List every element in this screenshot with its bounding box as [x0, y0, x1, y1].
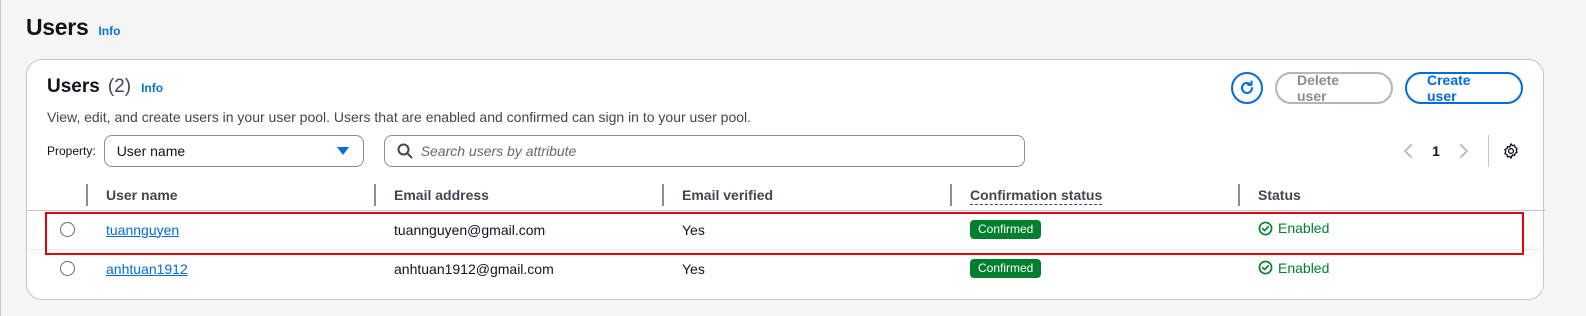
prev-page-button[interactable] — [1396, 143, 1420, 159]
status-indicator: Enabled — [1258, 260, 1329, 276]
email-cell: anhtuan1912@gmail.com — [374, 248, 662, 288]
next-page-button[interactable] — [1452, 143, 1476, 159]
column-header-email[interactable]: Email address — [374, 180, 662, 210]
table-row[interactable]: tuannguyen tuannguyen@gmail.com Yes Conf… — [27, 209, 1545, 249]
create-user-button[interactable]: Create user — [1405, 72, 1523, 104]
status-text: Enabled — [1278, 259, 1330, 276]
status-cell: Enabled — [1238, 209, 1545, 249]
users-container: Users (2) Info View, edit, and create us… — [26, 59, 1545, 300]
column-header-user-name[interactable]: User name — [86, 180, 374, 210]
page-info-link[interactable]: Info — [98, 24, 120, 38]
container-title: Users — [47, 76, 100, 97]
column-divider — [374, 184, 376, 206]
caret-down-icon — [336, 147, 349, 155]
email-cell: tuannguyen@gmail.com — [374, 209, 662, 249]
chevron-left-icon — [1404, 144, 1412, 158]
search-input[interactable] — [420, 143, 1001, 159]
email-verified-cell: Yes — [662, 209, 950, 249]
column-label: User name — [106, 186, 178, 203]
filter-row: Property: User name — [47, 135, 1025, 167]
refresh-button[interactable] — [1231, 72, 1263, 104]
check-circle-icon — [1258, 221, 1273, 236]
confirmation-cell: Confirmed — [950, 209, 1238, 249]
user-name-cell: anhtuan1912 — [86, 248, 374, 288]
confirmation-cell: Confirmed — [950, 248, 1238, 288]
current-page[interactable]: 1 — [1420, 143, 1452, 159]
search-icon — [397, 143, 413, 159]
check-circle-icon — [1258, 260, 1273, 275]
page-title: Users — [26, 14, 89, 40]
user-count: (2) — [107, 76, 132, 97]
column-divider — [1238, 184, 1240, 206]
column-header-email-verified[interactable]: Email verified — [662, 180, 950, 210]
delete-user-button[interactable]: Delete user — [1275, 72, 1393, 104]
column-divider — [662, 184, 664, 206]
status-cell: Enabled — [1238, 248, 1545, 288]
container-info-link[interactable]: Info — [141, 81, 163, 95]
column-label: Status — [1258, 186, 1301, 203]
email-verified-cell: Yes — [662, 248, 950, 288]
container-header: Users (2) Info — [47, 76, 163, 98]
column-label: Email address — [394, 186, 489, 203]
status-text: Enabled — [1278, 220, 1330, 237]
column-header-status[interactable]: Status — [1238, 180, 1545, 210]
user-name-link[interactable]: anhtuan1912 — [106, 261, 188, 277]
row-radio[interactable] — [60, 222, 75, 237]
row-radio[interactable] — [60, 261, 75, 277]
preferences-button[interactable] — [1499, 142, 1523, 160]
confirmation-badge: Confirmed — [970, 220, 1042, 239]
user-name-cell: tuannguyen — [86, 209, 374, 249]
page-header: Users Info — [26, 14, 120, 41]
column-divider — [86, 184, 88, 206]
confirmation-badge: Confirmed — [970, 259, 1042, 279]
property-label: Property: — [47, 144, 96, 158]
pagination: 1 — [1396, 135, 1523, 167]
table-header-row: User name Email address Email verified C… — [27, 180, 1545, 210]
header-actions: Delete user Create user — [1231, 72, 1523, 104]
refresh-icon — [1241, 80, 1253, 94]
search-box[interactable] — [383, 135, 1025, 167]
column-divider — [950, 184, 952, 206]
property-select-value: User name — [116, 143, 186, 159]
pager-divider — [1488, 135, 1489, 167]
column-header-confirmation-status[interactable]: Confirmation status — [950, 180, 1238, 210]
container-description: View, edit, and create users in your use… — [47, 109, 752, 125]
chevron-right-icon — [1460, 144, 1468, 158]
row-select-cell — [27, 209, 86, 249]
table-row[interactable]: anhtuan1912 anhtuan1912@gmail.com Yes Co… — [27, 248, 1545, 288]
column-label: Email verified — [682, 186, 774, 203]
users-table: User name Email address Email verified C… — [27, 180, 1545, 288]
user-name-link[interactable]: tuannguyen — [106, 222, 179, 238]
select-column-header — [27, 180, 86, 210]
column-label: Confirmation status — [970, 186, 1103, 205]
status-indicator: Enabled — [1258, 220, 1329, 236]
gear-icon — [1504, 143, 1518, 159]
row-select-cell — [27, 248, 86, 288]
property-select[interactable]: User name — [103, 135, 364, 167]
